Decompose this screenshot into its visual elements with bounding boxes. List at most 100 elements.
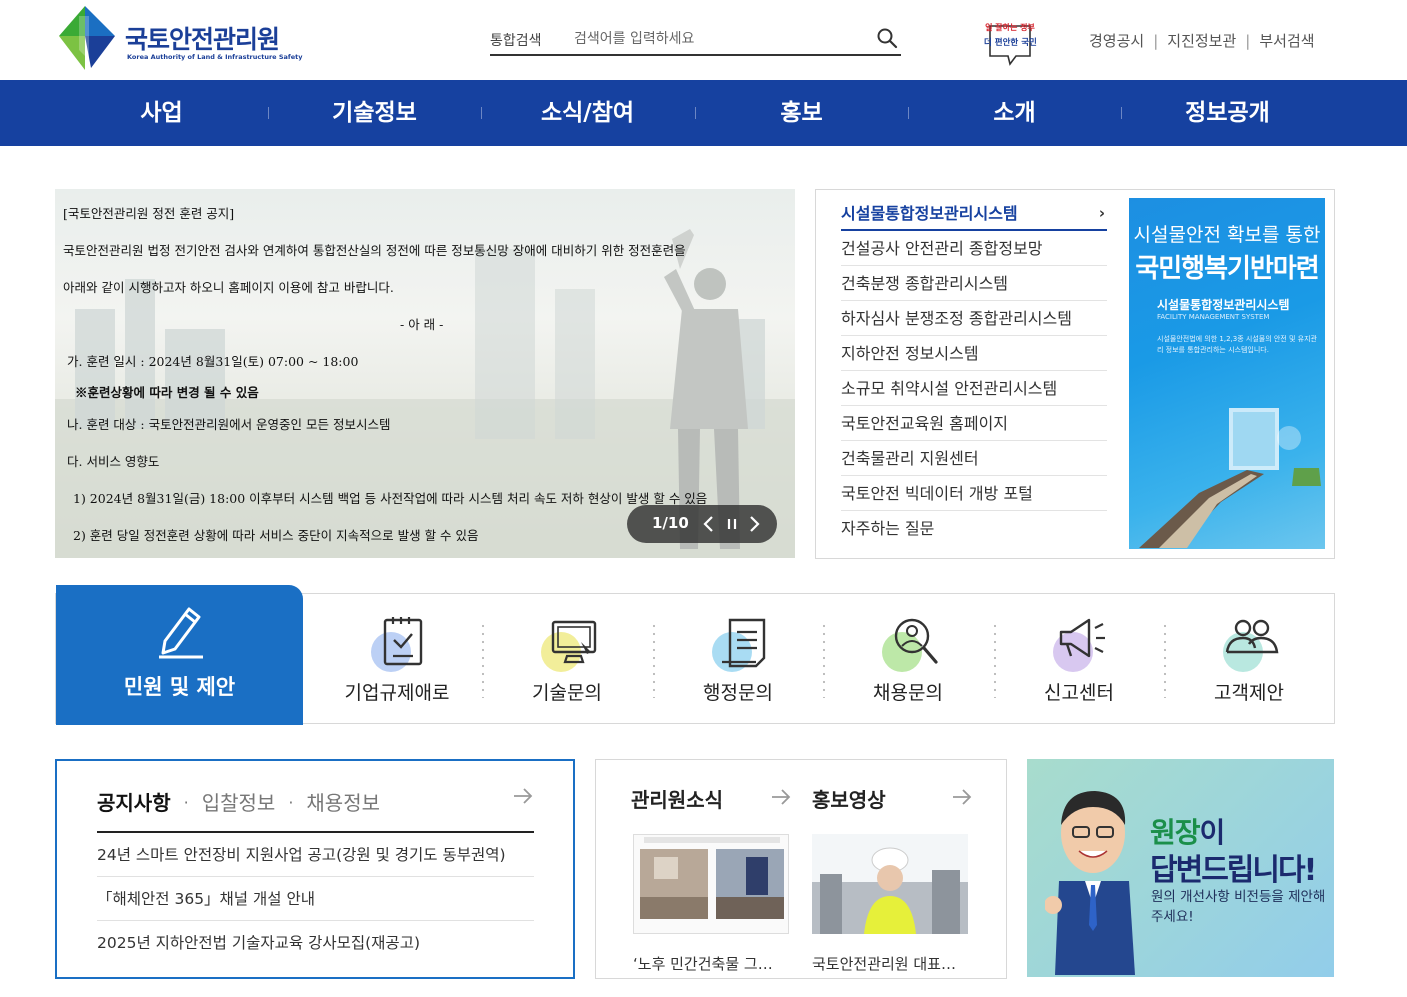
hero-line: 가. 훈련 일시 : 2024년 8월31일(토) 07:00 ~ 18:00: [67, 354, 359, 369]
quick-item-customer-suggestion[interactable]: 고객제안: [1164, 594, 1334, 725]
quick-item-tech-inquiry[interactable]: 기술문의: [482, 594, 652, 725]
slogan-line2: 더 편안한 국민: [984, 38, 1037, 48]
tab-recruit[interactable]: 채용정보: [306, 791, 380, 815]
room-photo: [634, 835, 788, 933]
news-caption[interactable]: ‘노후 민간건축물 그…: [633, 953, 791, 974]
news-thumbnail[interactable]: [633, 834, 789, 934]
banner-description: 시설물안전법에 의한 1,2,3종 시설물의 안전 및 유지관리 정보를 통합관…: [1157, 335, 1317, 354]
logo-title: 국토안전관리원: [125, 25, 280, 54]
quick-item-regulation[interactable]: 기업규제애로: [312, 594, 482, 725]
hero-line: 1) 2024년 8월31일(금) 18:00 이후부터 시스템 백업 등 사전…: [73, 491, 708, 506]
video-caption[interactable]: 국토안전관리원 대표…: [812, 953, 970, 974]
chevron-right-icon: ›: [1098, 204, 1105, 222]
news-title[interactable]: 관리원소식: [631, 784, 723, 813]
sys-link-construction[interactable]: 건설공사 안전관리 종합정보망: [841, 231, 1107, 266]
arrow-right-icon[interactable]: [951, 786, 973, 808]
utility-links: 경영공시 | 지진정보관 | 부서검색: [1089, 30, 1315, 51]
video-title[interactable]: 홍보영상: [812, 784, 886, 813]
list-item[interactable]: 24년 스마트 안전장비 지원사업 공고(강원 및 경기도 동부권역): [97, 833, 534, 877]
video-still: [812, 834, 968, 934]
quick-label: 행정문의: [703, 682, 773, 704]
megaphone-icon: [1053, 618, 1105, 672]
slide-counter: 1/10: [652, 514, 689, 532]
site-logo[interactable]: 국토안전관리원 Korea Authority of Land & Infras…: [55, 6, 303, 70]
facility-system-banner[interactable]: 시설물안전 확보를 통한 국민행복기반마련 시설물통합정보관리시스템 FACIL…: [1129, 198, 1325, 549]
slider-controls: 1/10: [627, 505, 777, 543]
hero-slider[interactable]: [국토안전관리원 정전 훈련 공지] 국토안전관리원 법정 전기안전 검사와 연…: [55, 189, 795, 558]
tab-separator: ·: [183, 793, 189, 812]
sys-link-small-facility[interactable]: 소규모 취약시설 안전관리시스템: [841, 371, 1107, 406]
util-separator: |: [1245, 32, 1251, 50]
arrow-right-icon[interactable]: [512, 785, 534, 807]
sys-link-bigdata[interactable]: 국토안전 빅데이터 개방 포털: [841, 476, 1107, 511]
list-item[interactable]: 「해체안전 365」채널 개설 안내: [97, 877, 534, 921]
list-item[interactable]: 2025년 지하안전법 기술자교육 강사모집(재공고): [97, 921, 534, 965]
monitor-icon: [541, 620, 597, 672]
hero-line: 나. 훈련 대상 : 국토안전관리원에서 운영중인 모든 정보시스템: [67, 417, 391, 432]
sys-link-label: 시설물통합정보관리시스템: [841, 204, 1018, 223]
hero-line: - 아 래 -: [400, 317, 444, 332]
hero-building: [475, 249, 535, 439]
magnifier-person-icon: [882, 618, 938, 672]
quick-label: 고객제안: [1214, 682, 1284, 704]
ceo-answer-banner[interactable]: 원장이 답변드립니다! 원의 개선사항 비전등을 제안해주세요!: [1027, 759, 1334, 977]
nav-item-pr[interactable]: 홍보: [695, 80, 908, 146]
ceo-title-2: 답변드립니다!: [1150, 853, 1317, 888]
main-nav: 사업 기술정보 소식/참여 홍보 소개 정보공개: [0, 80, 1407, 146]
banner-system-name: 시설물통합정보관리시스템: [1157, 298, 1290, 312]
nav-item-news[interactable]: 소식/참여: [481, 80, 694, 146]
banner-heading-1: 시설물안전 확보를 통한: [1133, 224, 1321, 246]
hero-line: 2) 훈련 당일 정전훈련 상황에 따라 서비스 중단이 지속적으로 발생 할 …: [73, 528, 479, 543]
sys-link-facility[interactable]: 시설물통합정보관리시스템 ›: [841, 196, 1107, 231]
nav-item-business[interactable]: 사업: [55, 80, 268, 146]
quick-item-report-center[interactable]: 신고센터: [994, 594, 1164, 725]
search-icon[interactable]: [876, 27, 898, 49]
logo-mark-icon: [59, 6, 115, 70]
quick-item-admin-inquiry[interactable]: 행정문의: [653, 594, 823, 725]
sys-link-underground[interactable]: 지하안전 정보시스템: [841, 336, 1107, 371]
util-link-earthquake[interactable]: 지진정보관: [1167, 32, 1236, 50]
slogan-line1: 일 잘하는 정부: [985, 23, 1035, 32]
checklist-icon: [371, 617, 423, 672]
quick-item-recruit-inquiry[interactable]: 채용문의: [823, 594, 993, 725]
util-link-department[interactable]: 부서검색: [1259, 32, 1314, 50]
sys-link-faq[interactable]: 자주하는 질문: [841, 511, 1107, 546]
util-link-management[interactable]: 경영공시: [1089, 32, 1144, 50]
notice-tabs: 공지사항 · 입찰정보 · 채용정보: [97, 787, 380, 816]
road-illustration: [1139, 408, 1321, 548]
gov-slogan-badge[interactable]: 일 잘하는 정부 더 편안한 국민: [984, 20, 1037, 66]
quick-label: 기술문의: [532, 682, 602, 704]
next-icon[interactable]: [744, 513, 764, 535]
nav-item-disclosure[interactable]: 정보공개: [1121, 80, 1334, 146]
pencil-icon: [159, 607, 203, 659]
tab-bid[interactable]: 입찰정보: [202, 791, 276, 815]
sys-link-building-center[interactable]: 건축물관리 지원센터: [841, 441, 1107, 476]
tab-notice[interactable]: 공지사항: [97, 791, 171, 815]
hero-notice-title: [국토안전관리원 정전 훈련 공지]: [63, 206, 235, 221]
notice-board: 공지사항 · 입찰정보 · 채용정보 24년 스마트 안전장비 지원사업 공고(강원 및…: [55, 759, 575, 979]
sys-link-building-dispute[interactable]: 건축분쟁 종합관리시스템: [841, 266, 1107, 301]
civil-petition-label: 민원 및 제안: [123, 675, 236, 699]
quick-label: 채용문의: [873, 682, 943, 704]
prev-icon[interactable]: [699, 513, 719, 535]
hero-line: ※훈련상황에 따라 변경 될 수 있음: [75, 385, 259, 400]
hero-line: 아래와 같이 시행하고자 하오니 홈페이지 이용에 참고 바랍니다.: [63, 280, 394, 295]
arrow-right-icon[interactable]: [770, 786, 792, 808]
quick-label: 신고센터: [1044, 682, 1114, 704]
search-input[interactable]: [574, 26, 864, 52]
quick-label: 기업규제애로: [344, 682, 450, 704]
document-icon: [712, 618, 766, 672]
video-thumbnail[interactable]: [812, 834, 968, 934]
search-scope[interactable]: 통합검색: [490, 30, 542, 50]
sys-link-education[interactable]: 국토안전교육원 홈페이지: [841, 406, 1107, 441]
quick-menu: 민원 및 제안 기업규제애로 기술문의 행정문의 채용문의 신고센터 고객제안: [55, 585, 1335, 725]
ceo-caricature: [1045, 791, 1135, 975]
banner-heading-2: 국민행복기반마련: [1135, 254, 1319, 284]
hero-line: 다. 서비스 영향도: [67, 454, 160, 469]
sys-link-defect-review[interactable]: 하자심사 분쟁조정 종합관리시스템: [841, 301, 1107, 336]
util-separator: |: [1153, 32, 1159, 50]
civil-petition-button[interactable]: 민원 및 제안: [56, 585, 303, 725]
pause-icon[interactable]: [722, 513, 742, 535]
nav-item-tech-info[interactable]: 기술정보: [268, 80, 481, 146]
nav-item-about[interactable]: 소개: [908, 80, 1121, 146]
